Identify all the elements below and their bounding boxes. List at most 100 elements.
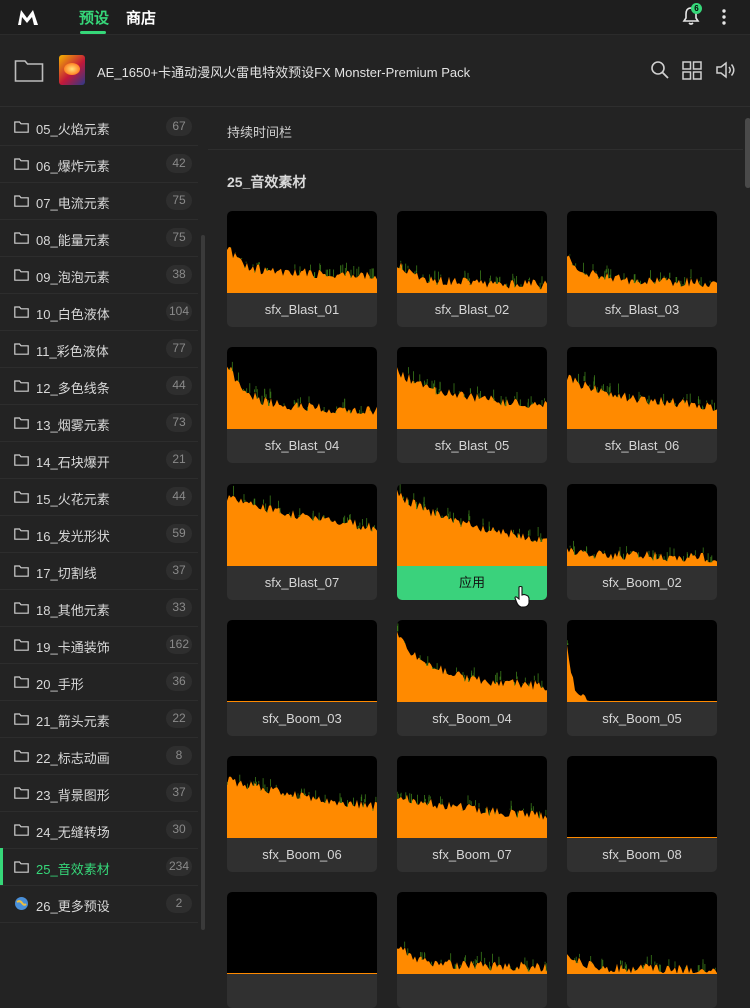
sidebar-item[interactable]: 06_爆炸元素 42	[0, 145, 198, 183]
sidebar-item[interactable]: 13_烟雾元素 73	[0, 404, 198, 442]
folder-icon	[14, 158, 29, 170]
sidebar-item[interactable]: 23_背景图形 37	[0, 774, 198, 812]
preset-card[interactable]: sfx_Boom_02	[567, 484, 717, 600]
preset-card[interactable]: sfx_Blast_06	[567, 347, 717, 463]
preset-card[interactable]: sfx_Blast_04	[227, 347, 377, 463]
sidebar-item-count: 42	[166, 154, 192, 173]
sidebar-item-label: 15_火花元素	[36, 492, 110, 507]
sidebar-item[interactable]: 11_彩色液体 77	[0, 330, 198, 368]
folder-icon	[14, 787, 29, 799]
category-sidebar: 05_火焰元素 67 06_爆炸元素 42 07_电流元素 75 08_能量元素 75 09_泡…	[0, 108, 208, 930]
sidebar-item-count: 234	[165, 857, 192, 876]
preset-card[interactable]: sfx_Boom_06	[227, 756, 377, 872]
globe-icon	[15, 897, 28, 910]
pack-thumbnail	[59, 55, 85, 85]
sidebar-item-count: 2	[166, 894, 192, 913]
preset-name: sfx_Blast_04	[264, 438, 340, 453]
sidebar-item-count: 38	[166, 265, 192, 284]
preset-card[interactable]	[397, 892, 547, 1008]
duration-bar-label[interactable]: 持续时间栏	[227, 122, 292, 141]
sidebar-item[interactable]: 08_能量元素 75	[0, 219, 198, 257]
folder-icon	[14, 676, 29, 688]
folder-icon	[14, 491, 29, 503]
preset-card[interactable]: sfx_Blast_05	[397, 347, 547, 463]
preset-card[interactable]: sfx_Boom_04	[397, 620, 547, 736]
sidebar-item[interactable]: 25_音效素材 234	[0, 848, 198, 886]
sidebar-item-count: 37	[166, 561, 192, 580]
sidebar-item-count: 67	[166, 117, 192, 136]
app-logo-icon[interactable]	[16, 6, 40, 28]
tab-presets[interactable]: 预设	[79, 7, 109, 28]
preset-name: sfx_Boom_02	[602, 575, 682, 590]
sidebar-item-label: 09_泡泡元素	[36, 270, 110, 285]
folder-icon	[14, 417, 29, 429]
preset-card[interactable]: sfx_Boom_05	[567, 620, 717, 736]
volume-icon[interactable]	[715, 59, 737, 81]
preset-card[interactable]	[227, 892, 377, 1008]
waveform-thumbnail	[397, 620, 547, 702]
sidebar-item[interactable]: 24_无缝转场 30	[0, 811, 198, 849]
sidebar-item-label: 07_电流元素	[36, 196, 110, 211]
hand-cursor-icon	[514, 585, 530, 608]
folder-icon[interactable]	[14, 57, 44, 83]
folder-icon	[14, 343, 29, 355]
sidebar-item[interactable]: 26_更多预设 2	[0, 885, 198, 923]
preset-card[interactable]: sfx_Blast_02	[397, 211, 547, 327]
more-options-icon[interactable]	[716, 7, 732, 27]
sidebar-item-label: 13_烟雾元素	[36, 418, 110, 433]
sidebar-item[interactable]: 12_多色线条 44	[0, 367, 198, 405]
waveform-thumbnail	[567, 211, 717, 293]
sidebar-item-label: 18_其他元素	[36, 603, 110, 618]
preset-name: sfx_Boom_08	[602, 847, 682, 862]
search-icon[interactable]	[649, 59, 671, 81]
sidebar-scrollbar[interactable]	[201, 235, 205, 930]
waveform-thumbnail	[227, 756, 377, 838]
folder-icon	[14, 602, 29, 614]
tab-store[interactable]: 商店	[126, 7, 156, 28]
sidebar-item[interactable]: 07_电流元素 75	[0, 182, 198, 220]
sidebar-item-label: 16_发光形状	[36, 529, 110, 544]
preset-card[interactable]: sfx_Blast_03	[567, 211, 717, 327]
preset-card[interactable]: sfx_Blast_01	[227, 211, 377, 327]
preset-card[interactable]	[567, 892, 717, 1008]
folder-icon	[14, 454, 29, 466]
waveform-thumbnail	[567, 620, 717, 702]
sidebar-item[interactable]: 20_手形 36	[0, 663, 198, 701]
preset-name: sfx_Blast_01	[264, 302, 340, 317]
sidebar-item-label: 08_能量元素	[36, 233, 110, 248]
pack-title: AE_1650+卡通动漫风火雷电特效预设FX Monster-Premium P…	[97, 65, 471, 80]
folder-icon	[14, 121, 29, 133]
waveform-thumbnail	[397, 484, 547, 566]
preset-name: sfx_Blast_07	[264, 575, 340, 590]
sidebar-item-count: 59	[166, 524, 192, 543]
waveform-thumbnail	[567, 484, 717, 566]
sidebar-item[interactable]: 21_箭头元素 22	[0, 700, 198, 738]
sidebar-item[interactable]: 05_火焰元素 67	[0, 108, 198, 146]
sidebar-item[interactable]: 09_泡泡元素 38	[0, 256, 198, 294]
preset-card[interactable]: sfx_Boom_07	[397, 756, 547, 872]
sidebar-item-count: 104	[165, 302, 192, 321]
waveform-thumbnail	[227, 347, 377, 429]
sidebar-item[interactable]: 10_白色液体 104	[0, 293, 198, 331]
sidebar-item[interactable]: 18_其他元素 33	[0, 589, 198, 627]
folder-icon	[14, 269, 29, 281]
preset-name: sfx_Blast_03	[604, 302, 680, 317]
sidebar-item[interactable]: 22_标志动画 8	[0, 737, 198, 775]
preset-card[interactable]: sfx_Blast_07	[227, 484, 377, 600]
waveform-thumbnail	[227, 620, 377, 702]
sidebar-item-count: 162	[165, 635, 192, 654]
folder-icon	[14, 195, 29, 207]
sidebar-item[interactable]: 17_切割线 37	[0, 552, 198, 590]
grid-view-icon[interactable]	[681, 59, 703, 81]
sidebar-item[interactable]: 19_卡通装饰 162	[0, 626, 198, 664]
main-scrollbar[interactable]	[745, 118, 750, 188]
sidebar-item-label: 14_石块爆开	[36, 455, 110, 470]
sidebar-item[interactable]: 16_发光形状 59	[0, 515, 198, 553]
folder-icon	[14, 528, 29, 540]
sidebar-item[interactable]: 14_石块爆开 21	[0, 441, 198, 479]
preset-card[interactable]: 应用	[397, 484, 547, 600]
preset-card[interactable]: sfx_Boom_03	[227, 620, 377, 736]
sidebar-item-count: 44	[166, 376, 192, 395]
preset-card[interactable]: sfx_Boom_08	[567, 756, 717, 872]
sidebar-item[interactable]: 15_火花元素 44	[0, 478, 198, 516]
